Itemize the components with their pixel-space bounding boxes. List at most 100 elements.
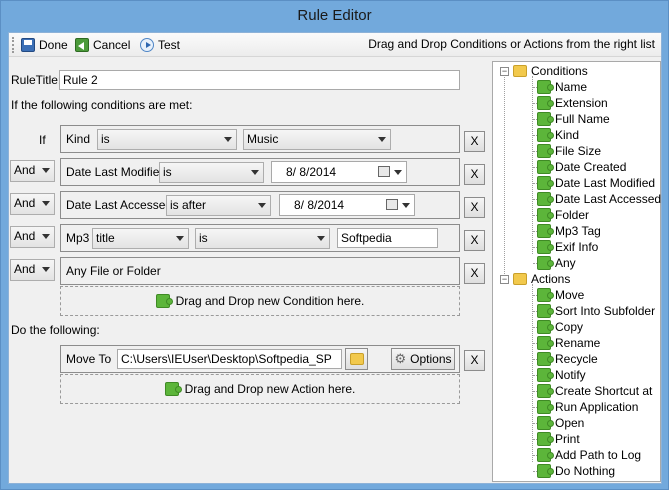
tree-item-label: Copy	[555, 320, 584, 334]
puzzle-icon	[537, 208, 554, 222]
tree-item-label: Run Application	[555, 400, 639, 414]
value-input[interactable]: Softpedia	[337, 228, 438, 248]
tree-item[interactable]: Date Last Accessed	[537, 191, 661, 207]
puzzle-icon	[537, 400, 554, 414]
date-value: 8/ 8/2014	[286, 165, 337, 179]
play-icon	[140, 38, 154, 52]
conditions-actions-tree[interactable]: − Conditions Name Extension Full Name Kind F…	[492, 61, 661, 482]
tree-item-label: Sort Into Subfolder	[555, 304, 656, 318]
puzzle-icon	[537, 224, 554, 238]
folder-icon	[349, 353, 364, 365]
test-label: Test	[158, 38, 181, 52]
test-button[interactable]: Test	[140, 36, 180, 54]
operator-value: is	[163, 165, 172, 179]
cancel-label: Cancel	[93, 38, 131, 52]
tree-item[interactable]: Kind	[537, 127, 579, 143]
tree-item-label: Rename	[555, 336, 601, 350]
operator-select[interactable]: is	[195, 228, 330, 249]
calendar-icon	[386, 199, 398, 210]
tree-item[interactable]: Name	[537, 79, 587, 95]
tree-item[interactable]: Recycle	[537, 351, 598, 367]
tree-item-label: Date Last Modified	[555, 176, 656, 190]
tree-item[interactable]: Notify	[537, 367, 586, 383]
logic-select[interactable]: And	[10, 193, 55, 215]
tree-item[interactable]: Do Nothing	[537, 463, 615, 479]
tree-item-label: Move	[555, 288, 585, 302]
puzzle-icon	[537, 448, 554, 462]
condition-row: Mp3 title is Softpedia	[60, 224, 460, 252]
logic-select[interactable]: And	[10, 259, 55, 281]
condition-field-label: Mp3	[66, 231, 90, 245]
logic-select[interactable]: And	[10, 160, 55, 182]
folder-icon	[513, 65, 527, 77]
tree-item[interactable]: Move	[537, 287, 584, 303]
cancel-button[interactable]: Cancel	[75, 36, 130, 54]
tree-node-actions[interactable]: Actions	[513, 271, 570, 287]
toolbar-grip[interactable]	[12, 37, 15, 53]
puzzle-icon	[537, 432, 554, 446]
operator-select[interactable]: is	[97, 129, 237, 150]
tree-item[interactable]: Folder	[537, 207, 589, 223]
puzzle-icon	[537, 368, 554, 382]
operator-select[interactable]: is	[159, 162, 264, 183]
action-path-input[interactable]: C:\Users\IEUser\Desktop\Softpedia_SP	[117, 349, 342, 369]
condition-field-label: Date Last Accessed	[66, 198, 173, 212]
chevron-down-icon	[258, 203, 266, 208]
value-select[interactable]: Music	[243, 129, 391, 150]
action-drop-zone[interactable]: Drag and Drop new Action here.	[60, 374, 460, 404]
tree-node-label: Actions	[531, 272, 571, 286]
tree-item[interactable]: Add Path to Log	[537, 447, 641, 463]
collapse-icon[interactable]: −	[500, 67, 509, 76]
tree-node-conditions[interactable]: Conditions	[513, 63, 588, 79]
tree-item-label: Open	[555, 416, 585, 430]
tree-item[interactable]: Date Created	[537, 159, 626, 175]
tree-item-label: Print	[555, 432, 580, 446]
tree-item[interactable]: Sort Into Subfolder	[537, 303, 655, 319]
tree-item[interactable]: Rename	[537, 335, 600, 351]
action-row: Move To C:\Users\IEUser\Desktop\Softpedi…	[60, 345, 460, 373]
tree-item[interactable]: Open	[537, 415, 584, 431]
toolbar-hint: Drag and Drop Conditions or Actions from…	[368, 37, 655, 51]
puzzle-icon	[537, 112, 554, 126]
subfield-select[interactable]: title	[92, 228, 189, 249]
tree-item[interactable]: Copy	[537, 319, 583, 335]
operator-select[interactable]: is after	[166, 195, 271, 216]
options-label: Options	[410, 352, 452, 366]
remove-condition-button[interactable]: X	[464, 164, 485, 185]
chevron-down-icon	[378, 137, 386, 142]
remove-condition-button[interactable]: X	[464, 230, 485, 251]
done-button[interactable]: Done	[21, 36, 68, 54]
calendar-icon	[378, 166, 390, 177]
options-button[interactable]: ⚙ Options	[391, 348, 455, 370]
browse-folder-button[interactable]	[345, 348, 368, 370]
tree-item[interactable]: Extension	[537, 95, 608, 111]
rule-title-input[interactable]: Rule 2	[59, 70, 460, 90]
tree-item[interactable]: Full Name	[537, 111, 610, 127]
collapse-icon[interactable]: −	[500, 275, 509, 284]
remove-condition-button[interactable]: X	[464, 197, 485, 218]
tree-item-label: Do Nothing	[555, 464, 616, 478]
date-picker[interactable]: 8/ 8/2014	[279, 194, 415, 216]
logic-select[interactable]: And	[10, 226, 55, 248]
tree-item[interactable]: Run Application	[537, 399, 638, 415]
tree-item[interactable]: Any	[537, 255, 576, 271]
condition-row: Any File or Folder	[60, 257, 460, 285]
tree-item[interactable]: Date Last Modified	[537, 175, 655, 191]
tree-item-label: Recycle	[555, 352, 598, 366]
tree-item[interactable]: Exif Info	[537, 239, 598, 255]
rule-editor-window: Rule Editor Done Cancel Test Drag and Dr…	[0, 0, 669, 490]
remove-action-button[interactable]: X	[464, 350, 485, 371]
condition-drop-zone[interactable]: Drag and Drop new Condition here.	[60, 286, 460, 316]
condition-row: Kind is Music	[60, 125, 460, 153]
condition-drop-label: Drag and Drop new Condition here.	[175, 294, 365, 308]
tree-item[interactable]: Create Shortcut at	[537, 383, 652, 399]
tree-item[interactable]: Print	[537, 431, 580, 447]
remove-condition-button[interactable]: X	[464, 263, 485, 284]
operator-value: is after	[170, 198, 207, 212]
date-picker[interactable]: 8/ 8/2014	[271, 161, 407, 183]
puzzle-icon	[537, 384, 554, 398]
tree-item[interactable]: Mp3 Tag	[537, 223, 601, 239]
remove-condition-button[interactable]: X	[464, 131, 485, 152]
cancel-icon	[75, 38, 89, 52]
tree-item[interactable]: File Size	[537, 143, 601, 159]
